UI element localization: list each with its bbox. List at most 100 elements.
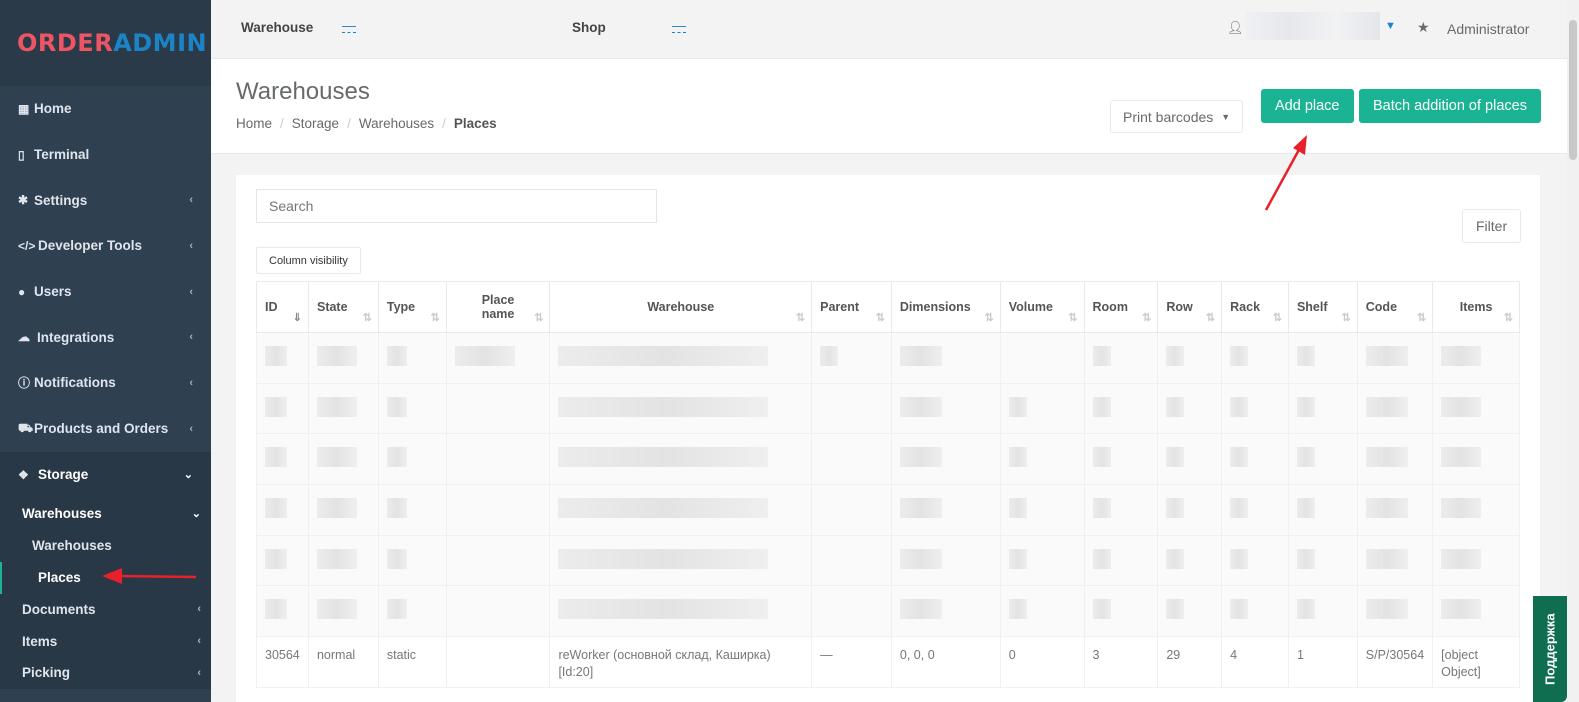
logo-text-order: ORDER — [17, 29, 114, 57]
sidebar-subitem-picking[interactable]: Picking ‹ — [0, 657, 211, 689]
sidebar-subitem-items[interactable]: Items ‹ — [0, 625, 211, 657]
top-bar: Warehouse — Shop — 👤︎ ▼ ★ Administrator — [211, 0, 1579, 59]
cell-items[interactable]: [object Object] — [1432, 636, 1520, 688]
warehouse-label: Warehouse — [241, 20, 314, 35]
warehouse-selector[interactable]: — — [342, 18, 356, 33]
sidebar-storage-section: ❖ Storage ⌄ Warehouses ⌄ Warehouses Places … — [0, 451, 211, 689]
sidebar-item-home[interactable]: ▦ Home — [0, 86, 211, 132]
column-visibility-button[interactable]: Column visibility — [256, 247, 361, 274]
user-icon: 👤︎ — [1227, 20, 1244, 35]
sidebar-item-storage[interactable]: ❖ Storage ⌄ — [0, 452, 211, 498]
scrollbar-thumb[interactable] — [1569, 20, 1577, 160]
sidebar-item-label: Warehouses — [22, 506, 102, 521]
caret-down-icon[interactable]: ▼ — [1385, 20, 1396, 32]
chevron-left-icon: ‹ — [197, 666, 201, 679]
table-row[interactable]: 30564 normal static reWorker (основной с… — [256, 636, 1520, 688]
gear-icon: ✱ — [18, 193, 29, 208]
sidebar-item-label: Notifications — [34, 375, 116, 391]
sidebar-item-label: Users — [34, 284, 72, 300]
cell-warehouse: reWorker (основной склад, Каширка) [Id:2… — [549, 636, 813, 688]
column-header-id[interactable]: ID ⇓ — [256, 281, 309, 333]
star-icon: ★ — [1417, 19, 1430, 35]
sidebar-item-label: Terminal — [34, 147, 90, 163]
support-tab[interactable]: Поддержка — [1533, 596, 1567, 702]
column-header-warehouse[interactable]: Warehouse ⇅ — [549, 281, 813, 333]
shop-label: Shop — [572, 20, 606, 35]
column-header-state[interactable]: State ⇅ — [307, 281, 379, 333]
filter-button[interactable]: Filter — [1462, 209, 1522, 243]
cell-volume: 0 — [999, 636, 1085, 688]
sidebar-item-label: Picking — [22, 665, 71, 681]
sidebar-item-label: Home — [34, 101, 72, 117]
sidebar-item-settings[interactable]: ✱ Settings ‹ — [0, 177, 211, 223]
breadcrumb-warehouses[interactable]: Warehouses — [359, 116, 434, 131]
breadcrumb-storage[interactable]: Storage — [292, 116, 339, 131]
column-header-row[interactable]: Row ⇅ — [1157, 281, 1223, 333]
column-header-room[interactable]: Room ⇅ — [1083, 281, 1159, 333]
sidebar-item-label: Integrations — [37, 329, 115, 345]
sidebar-item-terminal[interactable]: ▯ Terminal — [0, 132, 211, 178]
column-header-dimensions[interactable]: Dimensions ⇅ — [890, 281, 1001, 333]
page-title: Warehouses — [236, 78, 370, 105]
cloud-icon: ☁ — [18, 330, 30, 345]
column-header-place-name[interactable]: Place name ⇅ — [445, 281, 551, 333]
cell-place-name — [445, 636, 551, 688]
chevron-down-icon: ⌄ — [183, 469, 193, 481]
cubes-icon: ❖ — [18, 467, 29, 482]
table-row[interactable] — [256, 585, 1520, 638]
page-heading: Warehouses Home / Storage / Warehouses / Place… — [211, 59, 1579, 154]
table-row[interactable] — [256, 433, 1520, 486]
sidebar-item-products-and-orders[interactable]: ⛟ Products and Orders ‹ — [0, 406, 211, 452]
search-input[interactable] — [256, 189, 657, 223]
breadcrumb-home[interactable]: Home — [236, 116, 272, 131]
column-header-code[interactable]: Code ⇅ — [1356, 281, 1434, 333]
sidebar-subitem-documents[interactable]: Documents ‹ — [0, 594, 211, 626]
logo-text-admin: ADMIN — [113, 29, 208, 57]
batch-add-places-button[interactable]: Batch addition of places — [1359, 89, 1541, 123]
cell-code: S/P/30564 — [1356, 636, 1434, 688]
table-row[interactable] — [256, 534, 1520, 587]
sidebar-link-places[interactable]: Places — [0, 561, 211, 594]
shop-selector[interactable]: — — [672, 18, 686, 33]
sidebar-subitem-warehouses[interactable]: Warehouses ⌄ — [0, 498, 211, 530]
user-selector[interactable] — [1246, 12, 1380, 40]
sidebar-item-label: Items — [22, 633, 58, 649]
code-icon: </> — [18, 238, 36, 253]
table-row[interactable] — [256, 332, 1520, 384]
column-header-volume[interactable]: Volume ⇅ — [999, 281, 1085, 333]
sidebar-link-warehouses[interactable]: Warehouses — [0, 530, 211, 562]
sidebar-item-notifications[interactable]: ⓘ Notifications ‹ — [0, 360, 211, 406]
print-barcodes-button[interactable]: Print barcodes ▼ — [1110, 100, 1244, 133]
breadcrumb: Home / Storage / Warehouses / Places — [236, 116, 497, 131]
caret-down-icon: ▼ — [1221, 111, 1231, 122]
user-icon: ● — [18, 284, 26, 299]
cell-row: 29 — [1157, 636, 1223, 688]
table-header-row: ID ⇓ State ⇅ Type ⇅ Place name ⇅ Warehouse ⇅ … — [256, 281, 1520, 333]
sidebar-item-integrations[interactable]: ☁ Integrations ‹ — [0, 314, 211, 360]
content-panel: Column visibility Filter ID⇓ State⇅ Type… — [236, 175, 1540, 702]
sidebar-item-users[interactable]: ● Users ‹ — [0, 269, 211, 315]
cell-room: 3 — [1083, 636, 1159, 688]
column-header-rack[interactable]: Rack ⇅ — [1221, 281, 1289, 333]
cell-rack: 4 — [1221, 636, 1289, 688]
cell-dimensions: 0, 0, 0 — [890, 636, 1001, 688]
chevron-left-icon: ‹ — [189, 239, 193, 252]
grid-icon: ▦ — [18, 101, 30, 116]
table-row[interactable] — [256, 484, 1520, 536]
table-row[interactable] — [256, 382, 1520, 435]
cell-parent: — — [811, 636, 892, 688]
app-logo[interactable]: ORDER ADMIN — [0, 0, 211, 86]
column-header-shelf[interactable]: Shelf ⇅ — [1287, 281, 1358, 333]
sidebar-item-label: Places — [38, 570, 81, 585]
page-scrollbar[interactable] — [1567, 0, 1579, 702]
chevron-left-icon: ‹ — [189, 194, 193, 207]
chevron-left-icon: ‹ — [197, 603, 201, 616]
column-header-parent[interactable]: Parent ⇅ — [811, 281, 892, 333]
add-place-button[interactable]: Add place — [1261, 89, 1354, 123]
sidebar: ORDER ADMIN ▦ Home ▯ Terminal ✱ Settings ‹ </… — [0, 0, 211, 702]
cell-shelf: 1 — [1287, 636, 1358, 688]
sidebar-item-developer-tools[interactable]: </> Developer Tools ‹ — [0, 223, 211, 269]
column-header-type[interactable]: Type ⇅ — [377, 281, 447, 333]
sidebar-nav: ▦ Home ▯ Terminal ✱ Settings ‹ </> Developer … — [0, 86, 211, 452]
column-header-items[interactable]: Items ⇅ — [1432, 281, 1520, 333]
